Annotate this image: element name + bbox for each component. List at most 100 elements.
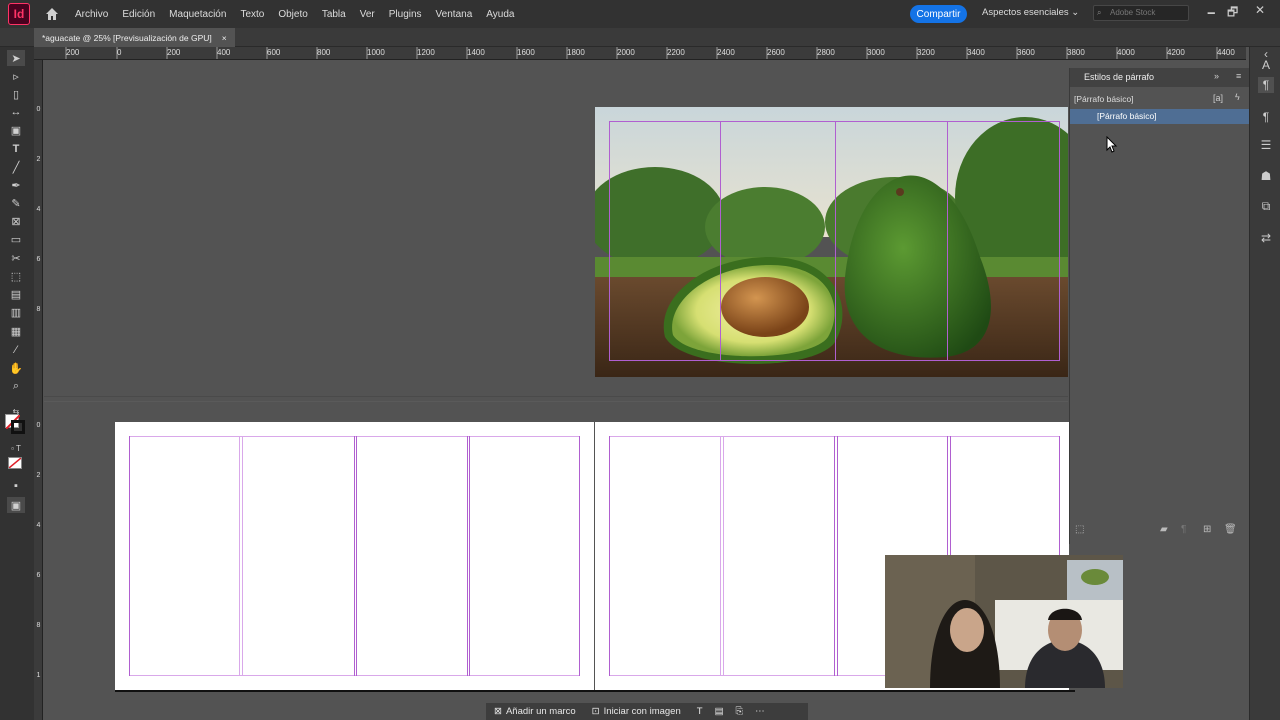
page-shadow	[115, 690, 1075, 692]
cc-libraries-icon[interactable]: ☗	[1258, 168, 1274, 184]
paragraph-styles-icon[interactable]: ¶	[1258, 77, 1274, 93]
pen-tool-icon[interactable]: ✒	[7, 177, 25, 193]
properties-icon[interactable]: ☰	[1258, 137, 1274, 153]
direct-selection-tool-icon[interactable]: ▹	[7, 68, 25, 84]
ruler-label: 3000	[867, 48, 885, 57]
ruler-label: 2800	[817, 48, 835, 57]
gradient-feather-icon[interactable]: ▥	[7, 304, 25, 320]
margin-guide	[579, 436, 580, 676]
ruler-ticks	[65, 47, 1218, 59]
ruler-label: 800	[317, 48, 331, 57]
collapse-panel-icon[interactable]: »	[1214, 71, 1219, 81]
vertical-ruler: 0 2 4 6 8 0 2 4 6 8 1	[34, 60, 43, 720]
delete-style-icon[interactable]: 🗑	[1224, 524, 1237, 535]
menu-ventana[interactable]: Ventana	[429, 9, 480, 20]
ruler-label: 400	[217, 48, 231, 57]
menu-maquetacion[interactable]: Maquetación	[162, 9, 233, 20]
main-menu: Archivo Edición Maquetación Texto Objeto…	[68, 9, 521, 20]
ruler-label: 0	[36, 422, 41, 429]
text-frame-icon[interactable]: T	[697, 706, 703, 717]
place-icon[interactable]: ⎘	[736, 706, 744, 717]
ruler-label: 3400	[967, 48, 985, 57]
column-guide	[720, 121, 721, 361]
share-button[interactable]: Compartir	[910, 5, 967, 23]
avocado-image-frame[interactable]	[595, 107, 1068, 377]
more-options-icon[interactable]: ⋯	[755, 706, 765, 717]
ruler-label: 600	[267, 48, 281, 57]
menu-ver[interactable]: Ver	[353, 9, 382, 20]
style-list-item[interactable]: [Párrafo básico]	[1070, 109, 1250, 124]
ruler-label: 200	[66, 48, 80, 57]
note-tool-icon[interactable]: ▦	[7, 323, 25, 339]
panel-menu-icon[interactable]: ≡	[1236, 71, 1241, 81]
paragraph-styles-panel: Estilos de párrafo » ≡ [Párrafo básico] …	[1069, 68, 1250, 544]
avocado-image	[595, 107, 1068, 377]
page-left[interactable]	[115, 422, 594, 692]
menu-ayuda[interactable]: Ayuda	[479, 9, 521, 20]
ruler-label: 3800	[1067, 48, 1085, 57]
stock-search-input[interactable]: ⌕ Adobe Stock	[1093, 5, 1189, 21]
minimize-button[interactable]: 🗕	[1207, 3, 1216, 24]
lightning-icon[interactable]: ϟ	[1235, 92, 1240, 102]
eyedropper-tool-icon[interactable]: ⁄	[7, 342, 25, 358]
ruler-label: 6	[36, 572, 41, 579]
paragraph-icon[interactable]: ¶	[1258, 109, 1274, 125]
load-styles-icon[interactable]: ⬚	[1075, 524, 1084, 535]
contextual-task-bar: ⊠ Añadir un marco ⊡ Iniciar con imagen T ▤…	[486, 703, 808, 720]
menu-texto[interactable]: Texto	[233, 9, 271, 20]
menu-plugins[interactable]: Plugins	[382, 9, 429, 20]
gradient-tool-icon[interactable]: ▤	[7, 286, 25, 302]
workspace-label: Aspectos esenciales	[982, 7, 1069, 18]
style-override-icon[interactable]: [a]	[1213, 93, 1223, 103]
zoom-tool-icon[interactable]: ⌕	[7, 378, 25, 394]
maximize-button[interactable]: 🗗	[1227, 3, 1238, 24]
workspace-switcher[interactable]: Aspectos esenciales ⌄	[982, 7, 1079, 18]
close-button[interactable]: ✕	[1255, 3, 1265, 17]
character-styles-icon[interactable]: A	[1258, 57, 1274, 73]
menu-tabla[interactable]: Tabla	[315, 9, 353, 20]
ruler-label: 4200	[1167, 48, 1185, 57]
add-frame-label: Añadir un marco	[505, 706, 576, 717]
ruler-label: 2000	[617, 48, 635, 57]
rectangle-tool-icon[interactable]: ▭	[7, 231, 25, 247]
ruler-label: 0	[117, 48, 122, 57]
panel-title-text: Estilos de párrafo	[1084, 72, 1155, 82]
ruler-label: 1000	[367, 48, 385, 57]
tools-panel: ➤ ▹ ▯ ↔ ▣ T ╱ ✒ ✎ ⊠ ▭ ✂ ⬚ ▤ ▥ ▦ ⁄ ✋ ⌕ ⇆ …	[0, 47, 34, 720]
links-icon[interactable]: ⇄	[1258, 230, 1274, 246]
new-style-icon[interactable]: ⊞	[1203, 524, 1211, 535]
apply-none-icon[interactable]	[8, 457, 22, 469]
gap-tool-icon[interactable]: ↔	[7, 104, 25, 120]
type-tool-icon[interactable]: T	[7, 141, 25, 157]
page-tool-icon[interactable]: ▯	[7, 86, 25, 102]
content-collector-icon[interactable]: ▣	[7, 122, 25, 138]
format-container-icon[interactable]: ▫ T	[7, 440, 25, 456]
current-style-label: [Párrafo básico]	[1074, 94, 1134, 104]
document-tab-bar: *aguacate @ 25% [Previsualización de GPU…	[0, 28, 1280, 47]
column-guide	[356, 436, 357, 676]
pages-icon[interactable]: ⧉	[1258, 198, 1274, 214]
rectangle-frame-tool-icon[interactable]: ⊠	[7, 213, 25, 229]
start-with-image-button[interactable]: ⊡ Iniciar con imagen	[584, 706, 689, 717]
clear-overrides-icon[interactable]: ¶	[1181, 524, 1186, 535]
line-tool-icon[interactable]: ╱	[7, 159, 25, 175]
screen-mode-icon[interactable]: ▣	[7, 497, 25, 513]
menu-archivo[interactable]: Archivo	[68, 9, 115, 20]
document-tab[interactable]: *aguacate @ 25% [Previsualización de GPU…	[34, 28, 235, 47]
free-transform-tool-icon[interactable]: ⬚	[7, 268, 25, 284]
ruler-label: 2	[36, 156, 41, 163]
add-frame-button[interactable]: ⊠ Añadir un marco	[486, 706, 584, 717]
menu-objeto[interactable]: Objeto	[271, 9, 314, 20]
home-icon[interactable]	[44, 6, 60, 22]
mode-normal-icon[interactable]: ▪	[7, 478, 25, 494]
column-guide	[834, 436, 835, 676]
document-icon[interactable]: ▤	[715, 706, 724, 717]
scissors-tool-icon[interactable]: ✂	[7, 250, 25, 266]
hand-tool-icon[interactable]: ✋	[7, 360, 25, 376]
menu-edicion[interactable]: Edición	[115, 9, 162, 20]
close-tab-icon[interactable]: ×	[222, 33, 227, 43]
pencil-tool-icon[interactable]: ✎	[7, 195, 25, 211]
new-group-icon[interactable]: ▰	[1160, 524, 1168, 535]
selection-tool-icon[interactable]: ➤	[7, 50, 25, 66]
stroke-swatch-icon[interactable]	[11, 420, 25, 434]
